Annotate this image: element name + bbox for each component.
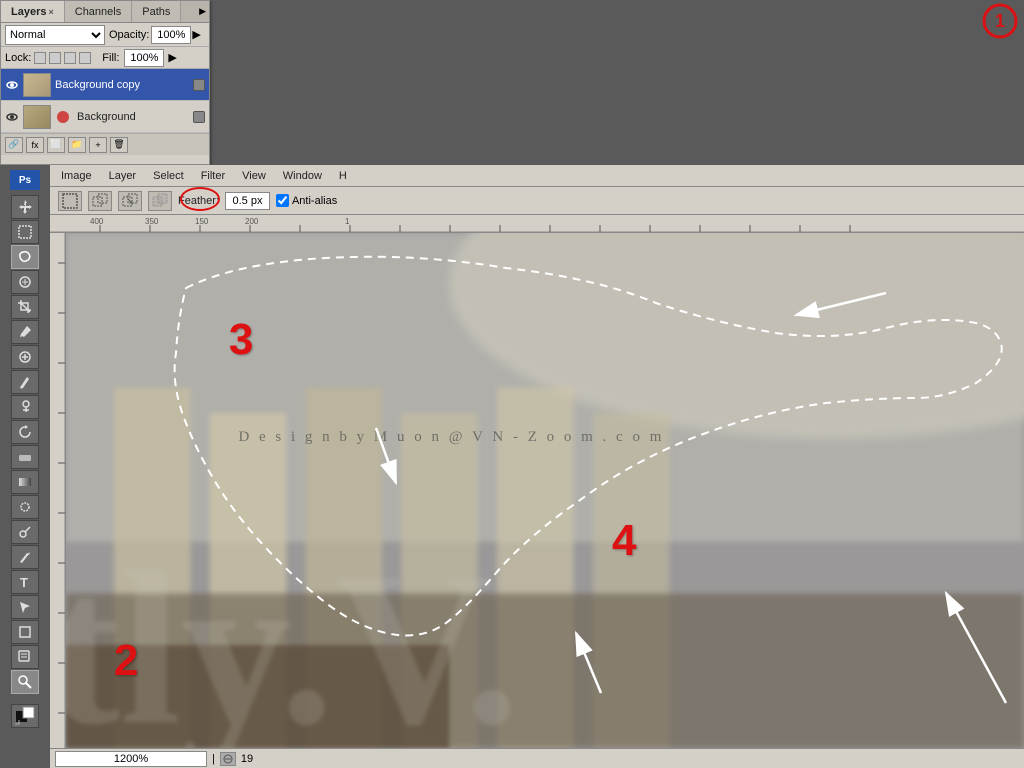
layer-thumb-bg-copy (23, 73, 51, 97)
layer-name-bg-copy: Background copy (55, 79, 189, 91)
svg-text:1: 1 (345, 217, 350, 226)
gradient-tool[interactable] (11, 470, 39, 494)
zoom-tool[interactable] (11, 670, 39, 694)
mask-btn[interactable]: ⬜ (47, 137, 65, 153)
lock-position-btn[interactable] (64, 52, 76, 64)
menu-help[interactable]: H (333, 168, 353, 184)
svg-text:tly.V.: tly.V. (66, 526, 520, 748)
menu-view[interactable]: View (236, 168, 272, 184)
layer-bg-red-indicator (55, 109, 71, 125)
canvas-area: tly.V. D e s i g n b y M u o n @ V N - Z… (66, 233, 1024, 748)
layers-panel: Layers × Channels Paths ▶ Normal Multipl… (0, 0, 210, 165)
lock-transparent-btn[interactable] (34, 52, 46, 64)
add-selection-btn[interactable] (88, 191, 112, 211)
menu-window[interactable]: Window (277, 168, 328, 184)
options-bar: Feather: Anti-alias (50, 187, 1024, 215)
blur-tool[interactable] (11, 495, 39, 519)
lock-icon-bg-copy (193, 79, 205, 91)
menu-layer[interactable]: Layer (103, 168, 143, 184)
shape-tool[interactable] (11, 620, 39, 644)
menu-select[interactable]: Select (147, 168, 190, 184)
crop-tool[interactable] (11, 295, 39, 319)
link-layers-btn[interactable]: 🔗 (5, 137, 23, 153)
new-layer-btn[interactable]: + (89, 137, 107, 153)
anti-alias-checkbox-container: Anti-alias (276, 194, 337, 207)
subtract-selection-btn[interactable] (118, 191, 142, 211)
panel-menu-button[interactable]: ▶ (199, 6, 206, 17)
opacity-input[interactable] (151, 26, 191, 44)
lock-label: Lock: (5, 52, 31, 64)
feather-label: Feather: (178, 195, 219, 207)
new-selection-btn[interactable] (58, 191, 82, 211)
eraser-tool[interactable] (11, 445, 39, 469)
eyedropper-tool[interactable] (11, 320, 39, 344)
toolbar: Ps T (0, 165, 50, 768)
svg-text:400: 400 (90, 217, 104, 226)
notes-tool[interactable] (11, 645, 39, 669)
feather-input[interactable] (225, 192, 270, 210)
tab-channels[interactable]: Channels (65, 1, 132, 22)
text-tool[interactable]: T (11, 570, 39, 594)
intersect-selection-btn[interactable] (148, 191, 172, 211)
lock-image-btn[interactable] (49, 52, 61, 64)
clone-stamp-tool[interactable] (11, 395, 39, 419)
layer-thumb-background (23, 105, 51, 129)
zoom-input[interactable] (55, 751, 207, 767)
panel-bottom-bar: 🔗 fx ⬜ 📁 + 🗑 (1, 133, 209, 155)
healing-brush-tool[interactable] (11, 345, 39, 369)
blend-mode-select[interactable]: Normal Multiply Screen (5, 25, 105, 45)
svg-text:T: T (20, 575, 28, 590)
layer-name-background: Background (77, 111, 189, 123)
fill-label: Fill: (102, 52, 119, 64)
layer-item-bg-copy[interactable]: Background copy (1, 69, 209, 101)
anti-alias-label: Anti-alias (292, 195, 337, 207)
pen-tool[interactable] (11, 545, 39, 569)
delete-layer-btn[interactable]: 🗑 (110, 137, 128, 153)
eye-icon-background[interactable] (5, 110, 19, 124)
lock-row: Lock: Fill: ▶ (1, 47, 209, 69)
lasso-tool[interactable] (11, 245, 39, 269)
rectangular-marquee-tool[interactable] (11, 220, 39, 244)
ps-logo: Ps (10, 170, 40, 190)
panel-tabs: Layers × Channels Paths ▶ (1, 1, 209, 23)
path-selection-tool[interactable] (11, 595, 39, 619)
status-info: 19 (241, 753, 253, 765)
foreground-color[interactable] (11, 704, 39, 728)
menu-image[interactable]: Image (55, 168, 98, 184)
annotation-1: 1 (981, 2, 1019, 47)
menu-filter[interactable]: Filter (195, 168, 231, 184)
opacity-label: Opacity: (109, 29, 149, 41)
history-brush-tool[interactable] (11, 420, 39, 444)
group-btn[interactable]: 📁 (68, 137, 86, 153)
status-bar: | 19 (50, 748, 1024, 768)
tab-paths[interactable]: Paths (132, 1, 181, 22)
brush-tool[interactable] (11, 370, 39, 394)
quick-selection-tool[interactable] (11, 270, 39, 294)
eye-icon-bg-copy[interactable] (5, 78, 19, 92)
ruler-horizontal: 350 150 200 400 1 (50, 215, 1024, 233)
ruler-vertical (50, 233, 66, 748)
zoom-out-btn[interactable] (220, 752, 236, 766)
svg-text:150: 150 (195, 217, 209, 226)
fill-input[interactable] (124, 49, 164, 67)
layer-item-background[interactable]: Background (1, 101, 209, 133)
lock-icon-background (193, 111, 205, 123)
fx-btn[interactable]: fx (26, 137, 44, 153)
svg-text:350: 350 (145, 217, 159, 226)
tab-layers[interactable]: Layers × (1, 1, 65, 22)
svg-text:200: 200 (245, 217, 259, 226)
menu-bar: Image Layer Select Filter View Window H (50, 165, 1024, 187)
dodge-tool[interactable] (11, 520, 39, 544)
blend-mode-row: Normal Multiply Screen Opacity: ▶ (1, 23, 209, 47)
lock-all-btn[interactable] (79, 52, 91, 64)
anti-alias-checkbox[interactable] (276, 194, 289, 207)
move-tool[interactable] (11, 195, 39, 219)
svg-text:1: 1 (995, 11, 1005, 31)
